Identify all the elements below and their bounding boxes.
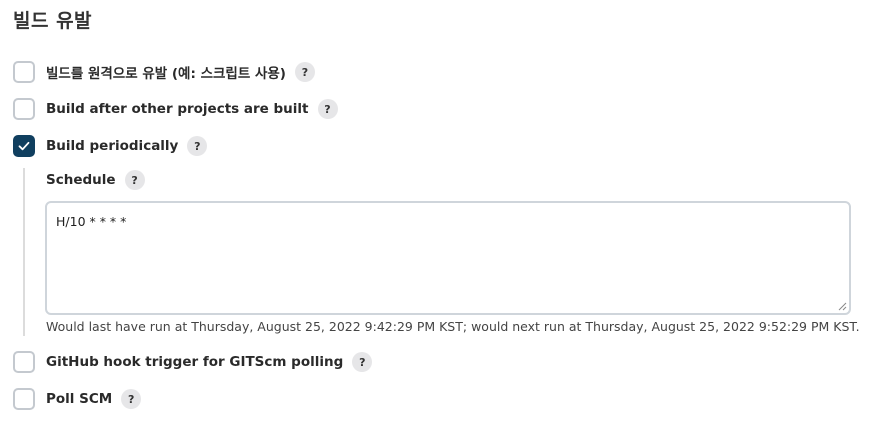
schedule-textarea[interactable]: [47, 203, 849, 313]
trigger-github-hook: GitHub hook trigger for GITScm polling ?: [13, 351, 373, 373]
build-periodically-checkbox[interactable]: [13, 135, 35, 157]
after-other-projects-label[interactable]: Build after other projects are built: [46, 101, 309, 117]
schedule-textarea-wrapper: [45, 201, 851, 315]
trigger-after-other-projects: Build after other projects are built ?: [13, 98, 338, 120]
resize-handle-icon[interactable]: [838, 302, 847, 311]
trigger-build-periodically: Build periodically ?: [13, 135, 208, 157]
remote-trigger-label[interactable]: 빌드를 원격으로 유발 (예: 스크립트 사용): [46, 62, 286, 82]
github-hook-label[interactable]: GitHub hook trigger for GITScm polling: [46, 354, 343, 370]
after-other-projects-checkbox[interactable]: [13, 98, 35, 120]
help-icon[interactable]: ?: [294, 62, 315, 82]
schedule-info-text: Would last have run at Thursday, August …: [46, 319, 860, 334]
trigger-poll-scm: Poll SCM ?: [13, 388, 142, 410]
help-icon[interactable]: ?: [121, 389, 142, 409]
section-title: 빌드 유발: [13, 10, 93, 32]
schedule-label-row: Schedule ?: [46, 169, 145, 191]
poll-scm-label[interactable]: Poll SCM: [46, 391, 112, 407]
help-icon[interactable]: ?: [317, 99, 338, 119]
help-icon[interactable]: ?: [352, 352, 373, 372]
help-icon[interactable]: ?: [124, 170, 145, 190]
nested-indent-bar: [23, 168, 25, 336]
help-icon[interactable]: ?: [187, 136, 208, 156]
github-hook-checkbox[interactable]: [13, 351, 35, 373]
schedule-label: Schedule: [46, 172, 116, 188]
poll-scm-checkbox[interactable]: [13, 388, 35, 410]
checkmark-icon: [18, 141, 30, 151]
trigger-remote: 빌드를 원격으로 유발 (예: 스크립트 사용) ?: [13, 61, 315, 83]
build-periodically-label[interactable]: Build periodically: [46, 138, 178, 154]
remote-trigger-checkbox[interactable]: [13, 61, 35, 83]
